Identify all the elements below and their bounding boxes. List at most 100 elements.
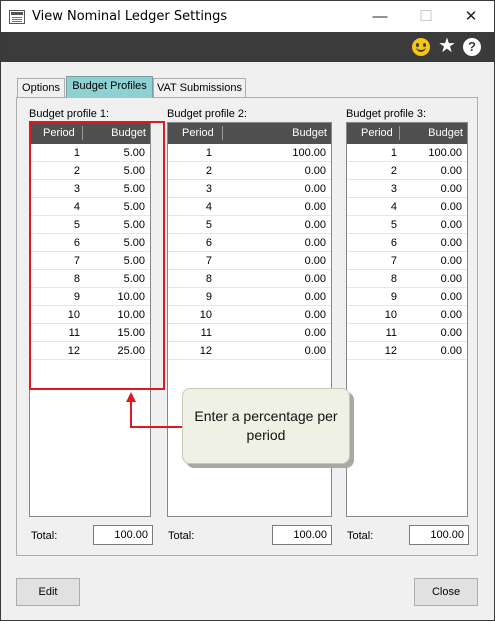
total-field: 100.00 (93, 525, 153, 545)
budget-cell[interactable]: 0.00 (305, 327, 326, 339)
period-cell: 5 (205, 219, 212, 231)
table-row[interactable]: 10 0.00 (347, 306, 467, 324)
window-close-button[interactable]: ✕ (448, 1, 494, 32)
table-row[interactable]: 10 0.00 (168, 306, 331, 324)
table-row[interactable]: 12 0.00 (168, 342, 331, 360)
period-cell: 2 (205, 165, 212, 177)
table-row[interactable]: 2 0.00 (168, 162, 331, 180)
period-cell: 1 (390, 147, 397, 159)
table-row[interactable]: 7 0.00 (168, 252, 331, 270)
period-cell: 6 (390, 237, 397, 249)
edit-button[interactable]: Edit (16, 578, 80, 606)
title-bar[interactable]: View Nominal Ledger Settings — ☐ ✕ (1, 1, 494, 32)
callout-note: Enter a percentage per period (182, 388, 350, 464)
period-cell: 10 (384, 309, 397, 321)
total-field: 100.00 (409, 525, 469, 545)
table-row[interactable]: 1 100.00 (168, 144, 331, 162)
table-row[interactable]: 8 0.00 (168, 270, 331, 288)
table-row[interactable]: 12 0.00 (347, 342, 467, 360)
period-cell: 7 (205, 255, 212, 267)
budget-cell[interactable]: 0.00 (441, 183, 462, 195)
column-divider (222, 126, 223, 140)
budget-column-header[interactable]: Budget (428, 127, 463, 139)
budget-cell[interactable]: 0.00 (441, 165, 462, 177)
help-icon[interactable]: ? (463, 38, 481, 56)
toolbar: ★ ? (1, 32, 494, 62)
table-row[interactable]: 5 0.00 (168, 216, 331, 234)
table-row[interactable]: 6 0.00 (168, 234, 331, 252)
budget-cell[interactable]: 0.00 (305, 201, 326, 213)
budget-cell[interactable]: 100.00 (428, 147, 462, 159)
grid-header: Period Budget (347, 123, 467, 144)
tab-options[interactable]: Options (17, 78, 65, 97)
period-cell: 2 (390, 165, 397, 177)
tab-budget-profiles[interactable]: Budget Profiles (66, 76, 153, 98)
budget-cell[interactable]: 0.00 (441, 309, 462, 321)
budget-cell[interactable]: 0.00 (305, 183, 326, 195)
total-label: Total: (347, 530, 374, 542)
budget-cell[interactable]: 0.00 (305, 165, 326, 177)
budget-profile-2-label: Budget profile 2: (167, 108, 248, 120)
total-label: Total: (31, 530, 58, 542)
budget-cell[interactable]: 0.00 (441, 255, 462, 267)
window-title: View Nominal Ledger Settings (32, 9, 228, 24)
period-column-header[interactable]: Period (182, 127, 214, 139)
budget-column-header[interactable]: Budget (292, 127, 327, 139)
period-cell: 7 (390, 255, 397, 267)
budget-cell[interactable]: 0.00 (305, 309, 326, 321)
budget-profile-1-label: Budget profile 1: (29, 108, 110, 120)
table-row[interactable]: 4 0.00 (168, 198, 331, 216)
budget-cell[interactable]: 0.00 (441, 201, 462, 213)
period-cell: 10 (199, 309, 212, 321)
budget-cell[interactable]: 0.00 (305, 219, 326, 231)
budget-cell[interactable]: 0.00 (441, 273, 462, 285)
period-cell: 3 (390, 183, 397, 195)
budget-cell[interactable]: 100.00 (292, 147, 326, 159)
period-cell: 11 (200, 327, 212, 339)
budget-profile-3-label: Budget profile 3: (346, 108, 427, 120)
budget-cell[interactable]: 0.00 (441, 291, 462, 303)
tab-vat-submissions[interactable]: VAT Submissions (153, 78, 246, 97)
table-row[interactable]: 3 0.00 (168, 180, 331, 198)
period-cell: 9 (390, 291, 397, 303)
budget-cell[interactable]: 0.00 (305, 237, 326, 249)
total-label: Total: (168, 530, 195, 542)
table-row[interactable]: 3 0.00 (347, 180, 467, 198)
budget-cell[interactable]: 0.00 (305, 345, 326, 357)
ledger-app-icon (9, 10, 25, 24)
close-button[interactable]: Close (414, 578, 478, 606)
table-row[interactable]: 6 0.00 (347, 234, 467, 252)
table-row[interactable]: 5 0.00 (347, 216, 467, 234)
budget-cell[interactable]: 0.00 (441, 327, 462, 339)
table-row[interactable]: 9 0.00 (168, 288, 331, 306)
budget-cell[interactable]: 0.00 (305, 291, 326, 303)
star-icon[interactable]: ★ (438, 35, 456, 57)
period-cell: 4 (390, 201, 397, 213)
budget-cell[interactable]: 0.00 (305, 255, 326, 267)
period-cell: 11 (385, 327, 397, 339)
minimize-button[interactable]: — (357, 1, 403, 32)
table-row[interactable]: 2 0.00 (347, 162, 467, 180)
table-row[interactable]: 1 100.00 (347, 144, 467, 162)
maximize-button[interactable]: ☐ (403, 1, 449, 32)
grid-header: Period Budget (168, 123, 331, 144)
table-row[interactable]: 8 0.00 (347, 270, 467, 288)
table-row[interactable]: 11 0.00 (347, 324, 467, 342)
table-row[interactable]: 9 0.00 (347, 288, 467, 306)
period-cell: 12 (384, 345, 397, 357)
table-row[interactable]: 11 0.00 (168, 324, 331, 342)
arrow-line-horizontal (130, 426, 183, 428)
budget-cell[interactable]: 0.00 (441, 219, 462, 231)
table-row[interactable]: 7 0.00 (347, 252, 467, 270)
callout-text: Enter a percentage per period (194, 408, 338, 443)
period-column-header[interactable]: Period (361, 127, 393, 139)
budget-cell[interactable]: 0.00 (441, 345, 462, 357)
arrow-line (130, 401, 132, 427)
budget-cell[interactable]: 0.00 (305, 273, 326, 285)
period-cell: 1 (205, 147, 212, 159)
smiley-icon[interactable] (412, 38, 430, 56)
budget-profile-3-grid[interactable]: Period Budget 1 100.00 2 0.00 3 0.00 4 0.00 5 0.00 6… (346, 122, 468, 517)
period-cell: 6 (205, 237, 212, 249)
budget-cell[interactable]: 0.00 (441, 237, 462, 249)
table-row[interactable]: 4 0.00 (347, 198, 467, 216)
